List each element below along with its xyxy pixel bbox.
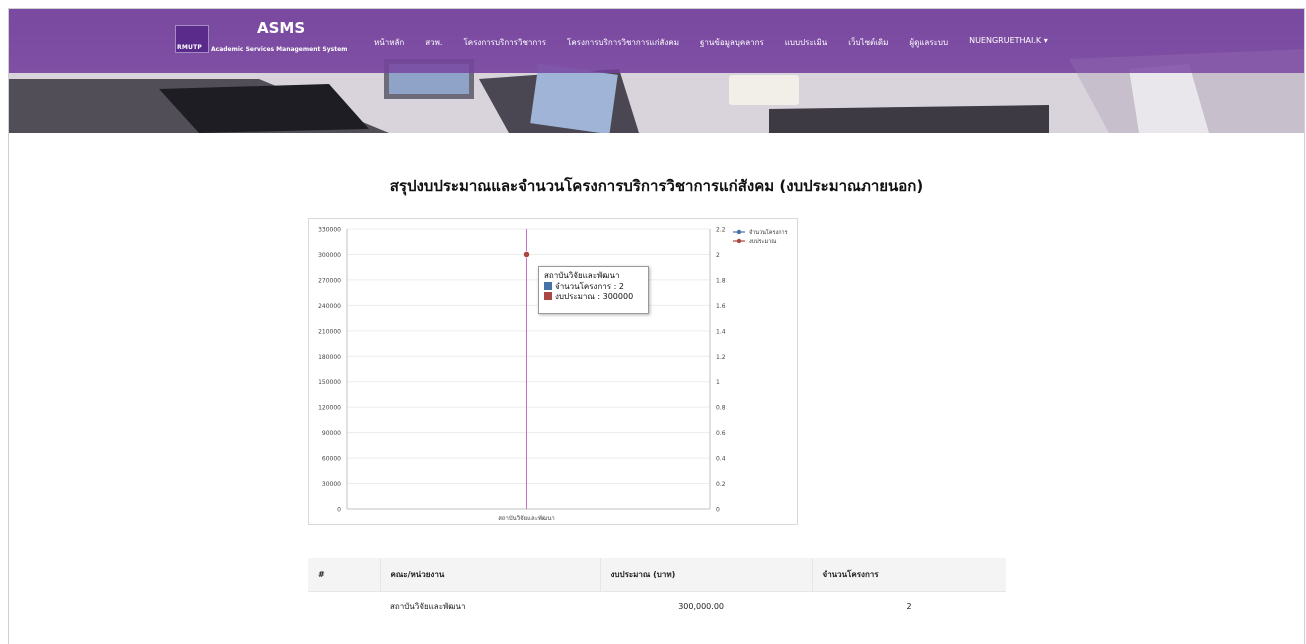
header-banner: RMUTP ASMS Academic Services Management … bbox=[9, 9, 1304, 133]
user-menu-dropdown[interactable]: NUENGRUETHAI.K bbox=[969, 36, 1048, 49]
cell-index bbox=[308, 590, 380, 621]
nav-home[interactable]: หน้าหลัก bbox=[374, 36, 404, 49]
y-left-tick-label: 60000 bbox=[322, 456, 341, 463]
nav-personnel-database[interactable]: ฐานข้อมูลบุคลากร bbox=[700, 36, 764, 49]
legend-label: จำนวนโครงการ bbox=[749, 228, 788, 236]
cell-count: 2 bbox=[812, 590, 1006, 621]
col-project-count: จำนวนโครงการ bbox=[812, 558, 1006, 591]
app-title[interactable]: ASMS bbox=[257, 19, 305, 37]
tooltip-title: สถาบันวิจัยและพัฒนา bbox=[544, 271, 620, 280]
nav-academic-services[interactable]: โครงการบริการวิชาการ bbox=[463, 36, 546, 49]
y-left-tick-label: 90000 bbox=[322, 430, 341, 437]
nav-admin[interactable]: ผู้ดูแลระบบ bbox=[909, 36, 948, 49]
y-right-tick-label: 1.4 bbox=[716, 328, 726, 335]
tooltip-budget: งบประมาณ : 300000 bbox=[555, 292, 634, 301]
x-tick-label: สถาบันวิจัยและพัฒนา bbox=[498, 515, 555, 522]
nav-evaluation-form[interactable]: แบบประเมิน bbox=[785, 36, 827, 49]
nav-old-website[interactable]: เว็บไซต์เดิม bbox=[848, 36, 888, 49]
data-point bbox=[523, 251, 530, 258]
col-unit: คณะ/หน่วยงาน bbox=[380, 558, 601, 591]
summary-table: # คณะ/หน่วยงาน งบประมาณ (บาท) จำนวนโครงก… bbox=[308, 558, 1006, 621]
y-right-tick-label: 0.4 bbox=[716, 456, 726, 463]
y-left-tick-label: 270000 bbox=[318, 277, 341, 284]
tooltip-swatch-count bbox=[544, 281, 552, 290]
y-left-tick-label: 330000 bbox=[318, 227, 341, 234]
table-row: สถาบันวิจัยและพัฒนา 300,000.00 2 bbox=[308, 590, 1006, 621]
main-nav: หน้าหลัก สวพ. โครงการบริการวิชาการ โครงก… bbox=[374, 36, 1069, 49]
y-right-tick-label: 0 bbox=[716, 507, 720, 514]
legend-label: งบประมาณ bbox=[749, 238, 776, 245]
chart-tooltip: สถาบันวิจัยและพัฒนา จำนวนโครงการ : 2 งบป… bbox=[538, 266, 649, 314]
y-left-tick-label: 120000 bbox=[318, 405, 341, 412]
y-right-tick-label: 0.2 bbox=[716, 481, 726, 488]
y-right-tick-label: 2.2 bbox=[716, 227, 726, 234]
y-right-tick-label: 1.6 bbox=[716, 303, 726, 310]
y-left-tick-label: 30000 bbox=[322, 481, 341, 488]
col-budget: งบประมาณ (บาท) bbox=[600, 558, 813, 591]
table-header-row: # คณะ/หน่วยงาน งบประมาณ (บาท) จำนวนโครงก… bbox=[308, 558, 1006, 591]
logo-badge-text: RMUTP bbox=[177, 44, 202, 51]
y-left-tick-label: 240000 bbox=[318, 303, 341, 310]
y-right-tick-label: 1.8 bbox=[716, 277, 726, 284]
page-title: สรุปงบประมาณและจำนวนโครงการบริการวิชาการ… bbox=[389, 177, 924, 195]
y-left-tick-label: 0 bbox=[337, 507, 341, 514]
y-right-tick-label: 0.6 bbox=[716, 430, 726, 437]
col-index: # bbox=[308, 558, 381, 591]
tooltip-swatch-budget bbox=[544, 292, 552, 300]
y-right-tick-label: 1.2 bbox=[716, 354, 726, 361]
app-subtitle: Academic Services Management System bbox=[211, 46, 348, 53]
nav-research-institute[interactable]: สวพ. bbox=[425, 36, 442, 49]
y-left-tick-label: 180000 bbox=[318, 354, 341, 361]
cell-unit: สถาบันวิจัยและพัฒนา bbox=[380, 590, 600, 621]
y-right-tick-label: 0.8 bbox=[716, 405, 726, 412]
y-right-tick-label: 2 bbox=[716, 252, 720, 259]
y-left-tick-label: 210000 bbox=[318, 328, 341, 335]
tooltip-count: จำนวนโครงการ : 2 bbox=[555, 281, 624, 291]
y-right-tick-label: 1 bbox=[716, 379, 720, 386]
page-frame: RMUTP ASMS Academic Services Management … bbox=[8, 8, 1305, 644]
summary-chart: 0 30000 60000 90000 120000 150000 180000 210000… bbox=[308, 218, 798, 525]
y-left-tick-label: 150000 bbox=[318, 379, 341, 386]
legend-marker bbox=[736, 229, 742, 235]
legend-marker bbox=[736, 238, 742, 244]
y-left-tick-label: 300000 bbox=[318, 252, 341, 259]
cell-budget: 300,000.00 bbox=[600, 590, 812, 621]
nav-social-academic-services[interactable]: โครงการบริการวิชาการแก่สังคม bbox=[567, 36, 679, 49]
navbar: RMUTP ASMS Academic Services Management … bbox=[9, 9, 1304, 73]
rmutp-logo[interactable]: RMUTP bbox=[175, 25, 209, 53]
